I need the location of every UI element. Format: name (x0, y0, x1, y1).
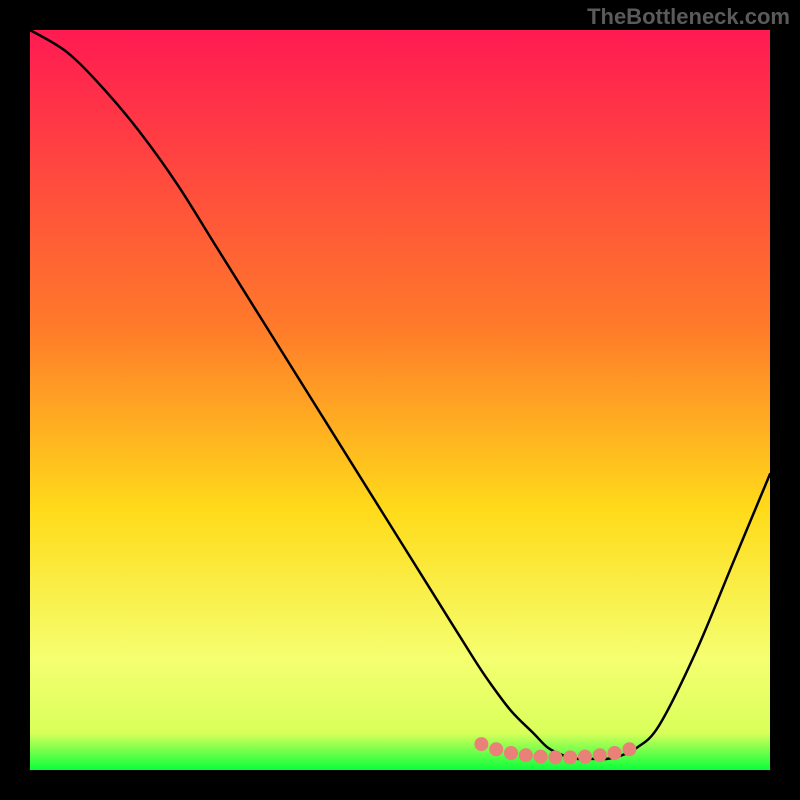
marker-dot (608, 746, 622, 760)
marker-dot (593, 748, 607, 762)
marker-dot (622, 742, 636, 756)
marker-dot (534, 750, 548, 764)
bottleneck-curve (30, 30, 770, 770)
marker-dots (474, 737, 636, 764)
marker-dot (548, 750, 562, 764)
curve-path (30, 30, 770, 759)
marker-dot (489, 742, 503, 756)
marker-dot (563, 750, 577, 764)
chart-frame: TheBottleneck.com (0, 0, 800, 800)
marker-dot (474, 737, 488, 751)
marker-dot (504, 746, 518, 760)
watermark-text: TheBottleneck.com (587, 4, 790, 30)
marker-dot (519, 748, 533, 762)
plot-area (30, 30, 770, 770)
marker-dot (578, 750, 592, 764)
